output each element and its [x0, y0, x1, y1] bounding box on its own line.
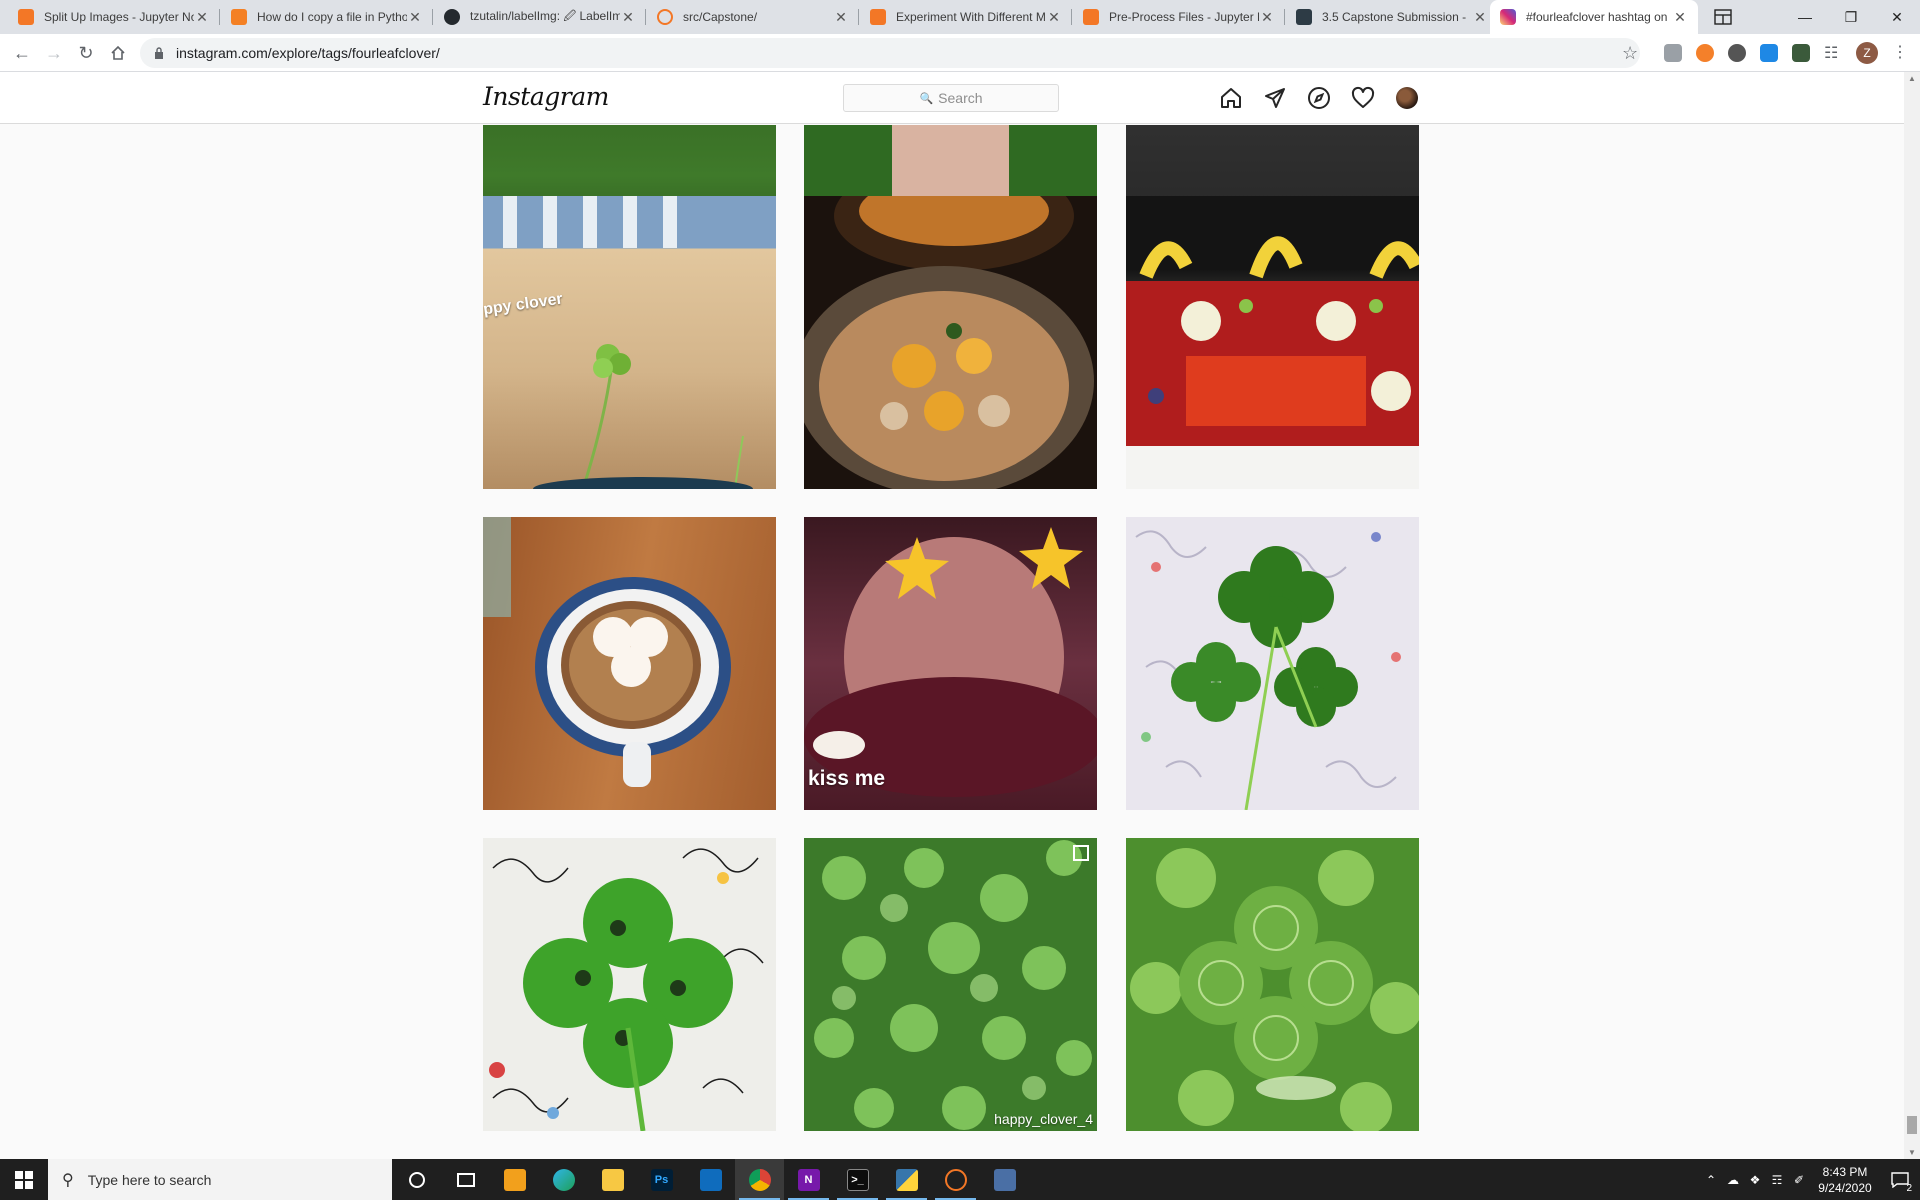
taskbar-clock[interactable]: 8:43 PM 9/24/2020 [1810, 1164, 1880, 1196]
post-caption: happy_clover_4 [994, 1111, 1093, 1127]
back-icon[interactable]: ← [8, 39, 36, 67]
terminal-icon[interactable]: >_ [833, 1159, 882, 1200]
canvas-icon [1296, 9, 1312, 25]
tab-src-capstone[interactable]: src/Capstone/ ✕ [647, 0, 859, 34]
pen-icon[interactable]: ✐ [1788, 1173, 1810, 1187]
page-scrollbar[interactable]: ▲ ▼ [1904, 72, 1920, 1159]
lock-icon [155, 47, 163, 59]
jupyter-icon [657, 9, 673, 25]
python-icon[interactable] [882, 1159, 931, 1200]
hashtag-post-grid: SEPTEMBER ppy clover [0, 125, 1904, 1159]
photoshop-icon[interactable]: Ps [637, 1159, 686, 1200]
tab-capstone-submission[interactable]: 3.5 Capstone Submission - ✕ [1286, 0, 1498, 34]
post-thumbnail[interactable]: happy_clover_4 [804, 838, 1097, 1131]
microsoft-store-icon[interactable] [490, 1159, 539, 1200]
mail-icon[interactable] [686, 1159, 735, 1200]
onenote-icon[interactable]: N [784, 1159, 833, 1200]
notification-center-icon[interactable]: 2 [1880, 1159, 1920, 1200]
minimize-icon[interactable]: — [1782, 0, 1828, 34]
post-thumbnail[interactable]: kiss me [804, 517, 1097, 810]
dropbox-icon[interactable]: ❖ [1744, 1173, 1766, 1187]
address-bar[interactable]: instagram.com/explore/tags/fourleafclove… [140, 38, 1640, 68]
extension-g-icon[interactable] [1664, 44, 1682, 62]
home-icon[interactable] [1218, 85, 1244, 111]
chrome-icon[interactable] [735, 1159, 784, 1200]
browser-tab-strip: Split Up Images - Jupyter Notebook ✕ How… [0, 0, 1920, 34]
calculator-icon[interactable] [980, 1159, 1029, 1200]
tab-pre-process-files[interactable]: Pre-Process Files - Jupyter Notebook ✕ [1073, 0, 1285, 34]
forward-icon[interactable]: → [40, 39, 68, 67]
tray-overflow-icon[interactable]: ⌃ [1700, 1173, 1722, 1187]
tab-experiment-models[interactable]: Experiment With Different Models ✕ [860, 0, 1072, 34]
instagram-icon [1500, 9, 1516, 25]
jupyter-icon[interactable] [931, 1159, 980, 1200]
direct-messages-icon[interactable] [1262, 85, 1288, 111]
tab-copy-file-python[interactable]: How do I copy a file in Python? ✕ [221, 0, 433, 34]
search-icon: ⚲ [62, 1171, 74, 1189]
browser-toolbar: ← → ↻ instagram.com/explore/tags/fourlea… [0, 34, 1920, 72]
scroll-down-arrow-icon[interactable]: ▼ [1908, 1148, 1916, 1157]
instagram-search-input[interactable]: 🔍 Search [843, 84, 1059, 112]
post-caption: kiss me [808, 767, 886, 790]
taskbar-search-input[interactable]: ⚲ Type here to search [48, 1159, 392, 1200]
tab-labelimg[interactable]: tzutalin/labelImg: 🖉 LabelImg ✕ [434, 0, 646, 34]
post-thumbnail[interactable] [483, 517, 776, 810]
post-thumbnail[interactable]: ppy clover [483, 196, 776, 489]
close-icon[interactable]: ✕ [620, 9, 636, 26]
close-icon[interactable]: ✕ [833, 9, 849, 26]
home-icon[interactable] [104, 39, 132, 67]
onedrive-icon[interactable]: ☁ [1722, 1173, 1744, 1187]
explore-compass-icon[interactable] [1306, 85, 1332, 111]
search-icon: 🔍 [919, 92, 934, 105]
close-icon[interactable]: ✕ [1672, 9, 1688, 26]
post-thumbnail[interactable] [483, 838, 776, 1131]
close-icon[interactable]: ✕ [1472, 9, 1488, 26]
tab-fourleafclover[interactable]: #fourleafclover hashtag on ✕ [1490, 0, 1698, 34]
close-icon[interactable]: ✕ [1259, 9, 1275, 26]
github-icon [444, 9, 460, 25]
jupyter-icon [18, 9, 34, 25]
scroll-up-arrow-icon[interactable]: ▲ [1908, 74, 1916, 83]
extensions-puzzle-icon[interactable]: ☷ [1824, 43, 1838, 63]
close-icon[interactable]: ✕ [194, 9, 210, 26]
activity-heart-icon[interactable] [1350, 85, 1376, 111]
post-thumbnail[interactable] [1126, 838, 1419, 1131]
close-icon[interactable]: ✕ [1046, 9, 1062, 26]
edge-icon[interactable] [539, 1159, 588, 1200]
restore-icon[interactable]: ❐ [1828, 0, 1874, 34]
instagram-header: Instagram 🔍 Search [0, 72, 1904, 124]
reload-icon[interactable]: ↻ [72, 39, 100, 67]
url-text: instagram.com/explore/tags/fourleafclove… [176, 45, 440, 61]
jupyter-icon [1083, 9, 1099, 25]
bookmark-star-icon[interactable]: ☆ [1622, 43, 1638, 64]
scrollbar-thumb[interactable] [1907, 1116, 1917, 1134]
file-explorer-icon[interactable] [588, 1159, 637, 1200]
post-thumbnail[interactable] [1126, 517, 1419, 810]
stackoverflow-icon [231, 9, 247, 25]
task-view-icon[interactable] [441, 1159, 490, 1200]
extension-orange-icon[interactable] [1696, 44, 1714, 62]
menu-kebab-icon[interactable]: ⋮ [1892, 42, 1908, 62]
wifi-icon[interactable]: ☶ [1766, 1173, 1788, 1187]
profile-avatar[interactable]: Z [1856, 42, 1878, 64]
post-thumbnail[interactable] [1126, 196, 1419, 489]
tab-split-up-images[interactable]: Split Up Images - Jupyter Notebook ✕ [8, 0, 220, 34]
jupyter-icon [870, 9, 886, 25]
extension-green-icon[interactable] [1792, 44, 1810, 62]
cortana-icon[interactable] [392, 1159, 441, 1200]
windows-start-icon[interactable] [0, 1159, 48, 1200]
tab-search-icon[interactable] [1700, 0, 1746, 34]
post-thumbnail[interactable] [804, 196, 1097, 489]
instagram-logo[interactable]: Instagram [483, 82, 609, 111]
window-close-icon[interactable]: ✕ [1874, 0, 1920, 34]
profile-avatar[interactable] [1396, 87, 1418, 109]
notification-count: 2 [1906, 1183, 1912, 1194]
extension-blue-icon[interactable] [1760, 44, 1778, 62]
extension-circle-icon[interactable] [1728, 44, 1746, 62]
close-icon[interactable]: ✕ [407, 9, 423, 26]
system-tray: ⌃ ☁ ❖ ☶ ✐ 8:43 PM 9/24/2020 2 [1700, 1159, 1920, 1200]
windows-taskbar: ⚲ Type here to search Ps N >_ ⌃ ☁ ❖ ☶ ✐ … [0, 1159, 1920, 1200]
